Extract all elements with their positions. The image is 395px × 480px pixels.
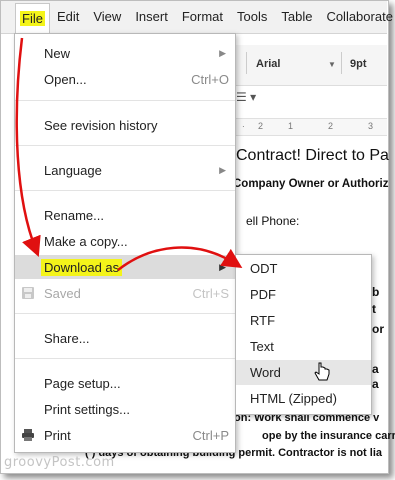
document-heading: Contract! Direct to Pa — [236, 147, 389, 164]
document-text-line: ope by the insurance carrie — [262, 430, 395, 442]
download-as-submenu: ODT PDF RTF Text Word HTML (Zipped) — [235, 254, 372, 415]
menu-item-language[interactable]: Language ▶ — [15, 158, 235, 182]
font-family-select[interactable]: Arial — [256, 58, 280, 70]
menu-separator — [15, 145, 235, 146]
menu-separator — [15, 358, 235, 359]
watermark: groovyPost.com — [4, 455, 115, 470]
menu-item-print-settings[interactable]: Print settings... — [15, 397, 235, 421]
shortcut-label: Ctrl+O — [191, 71, 229, 87]
shortcut-label: Ctrl+P — [192, 427, 229, 443]
menu-item-label: New — [44, 45, 71, 61]
download-option-odt[interactable]: ODT — [236, 256, 371, 281]
font-dropdown-icon[interactable]: ▼ — [328, 60, 336, 69]
file-menu-dropdown: New ▶ Open... Ctrl+O See revision histor… — [14, 33, 236, 453]
ruler-tick: 3 — [368, 121, 374, 131]
submenu-arrow-icon: ▶ — [219, 164, 226, 175]
menu-item-label: Saved — [44, 285, 81, 301]
printer-icon — [22, 429, 34, 441]
menu-tools[interactable]: Tools — [230, 1, 274, 33]
menu-item-label: Make a copy... — [44, 233, 128, 249]
menu-table[interactable]: Table — [274, 1, 319, 33]
menu-file[interactable]: File — [15, 2, 50, 34]
menu-collaborate[interactable]: Collaborate — [319, 1, 395, 33]
download-option-label: Text — [250, 339, 274, 354]
document-fragment: or — [372, 322, 384, 336]
menu-item-label: See revision history — [44, 117, 158, 133]
submenu-arrow-icon: ▶ — [219, 261, 226, 272]
menu-item-label: Share... — [44, 330, 90, 346]
download-option-label: ODT — [250, 261, 278, 276]
download-option-html-zipped[interactable]: HTML (Zipped) — [236, 386, 371, 411]
menu-item-label: Print — [44, 427, 71, 443]
menu-item-label: Open... — [44, 71, 87, 87]
menu-bar: File Edit View Insert Format Tools Table… — [1, 1, 393, 34]
toolbar-separator — [341, 52, 342, 74]
document-fragment: a — [372, 362, 379, 376]
menu-item-label: Print settings... — [44, 401, 130, 417]
save-icon — [22, 287, 34, 299]
ruler: ∙ 2 1 2 3 — [232, 118, 387, 136]
menu-item-print[interactable]: Print Ctrl+P — [15, 423, 235, 447]
menu-item-open[interactable]: Open... Ctrl+O — [15, 67, 235, 91]
menu-separator — [15, 190, 235, 191]
menu-item-label: Language — [44, 162, 102, 178]
document-owner-line: Company Owner or Authoriz — [233, 178, 389, 190]
ruler-tick: 2 — [328, 121, 334, 131]
menu-format[interactable]: Format — [175, 1, 230, 33]
menu-item-share[interactable]: Share... — [15, 326, 235, 350]
toolbar-separator — [246, 52, 247, 74]
menu-edit[interactable]: Edit — [50, 1, 86, 33]
document-fragment: a — [372, 377, 379, 391]
menu-item-saved: Saved Ctrl+S — [15, 281, 235, 305]
menu-item-download-as[interactable]: Download as ▶ — [15, 255, 235, 279]
document-phone-label: ell Phone: — [246, 214, 300, 228]
download-option-label: PDF — [250, 287, 276, 302]
menu-item-label: Download as — [41, 258, 123, 276]
download-option-pdf[interactable]: PDF — [236, 282, 371, 307]
menu-separator — [15, 313, 235, 314]
menu-item-rename[interactable]: Rename... — [15, 203, 235, 227]
font-size-select[interactable]: 9pt — [350, 58, 367, 70]
menu-view[interactable]: View — [86, 1, 128, 33]
download-option-label: RTF — [250, 313, 276, 328]
download-option-word[interactable]: Word — [236, 360, 371, 385]
menu-file-label: File — [20, 10, 45, 26]
download-option-label: HTML (Zipped) — [250, 391, 337, 406]
document-fragment: t — [372, 302, 376, 316]
ruler-tick: 1 — [288, 121, 294, 131]
menu-insert[interactable]: Insert — [128, 1, 175, 33]
download-option-label: Word — [250, 365, 281, 380]
menu-item-page-setup[interactable]: Page setup... — [15, 371, 235, 395]
ruler-marker: ∙ — [242, 121, 245, 131]
menu-separator — [15, 100, 235, 101]
line-spacing-icon[interactable]: ☰ ▾ — [236, 90, 256, 104]
download-option-rtf[interactable]: RTF — [236, 308, 371, 333]
ruler-tick: 2 — [258, 121, 264, 131]
menu-item-make-copy[interactable]: Make a copy... — [15, 229, 235, 253]
menu-item-label: Page setup... — [44, 375, 121, 391]
document-fragment: b — [372, 285, 380, 299]
shortcut-label: Ctrl+S — [192, 285, 229, 301]
menu-item-revision-history[interactable]: See revision history — [15, 113, 235, 137]
download-option-text[interactable]: Text — [236, 334, 371, 359]
menu-item-new[interactable]: New ▶ — [15, 41, 235, 65]
submenu-arrow-icon: ▶ — [219, 47, 226, 58]
menu-item-label: Rename... — [44, 207, 104, 223]
